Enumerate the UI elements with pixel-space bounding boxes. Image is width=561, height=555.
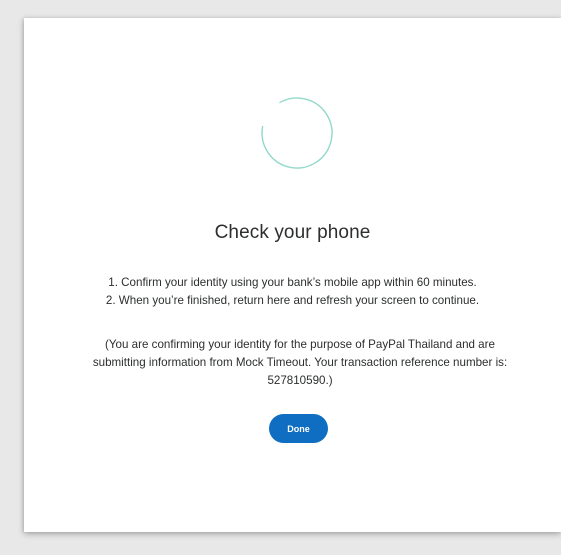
verification-dialog: Check your phone 1. Confirm your identit… (24, 18, 561, 532)
transaction-note: (You are confirming your identity for th… (92, 338, 508, 387)
done-button[interactable]: Done (269, 414, 328, 443)
instruction-step-2: 2. When you’re finished, return here and… (105, 294, 480, 307)
page-title: Check your phone (214, 222, 371, 243)
loading-spinner-icon (261, 97, 333, 169)
instruction-step-1: 1. Confirm your identity using your bank… (108, 276, 477, 289)
instruction-list: 1. Confirm your identity using your bank… (24, 274, 561, 310)
